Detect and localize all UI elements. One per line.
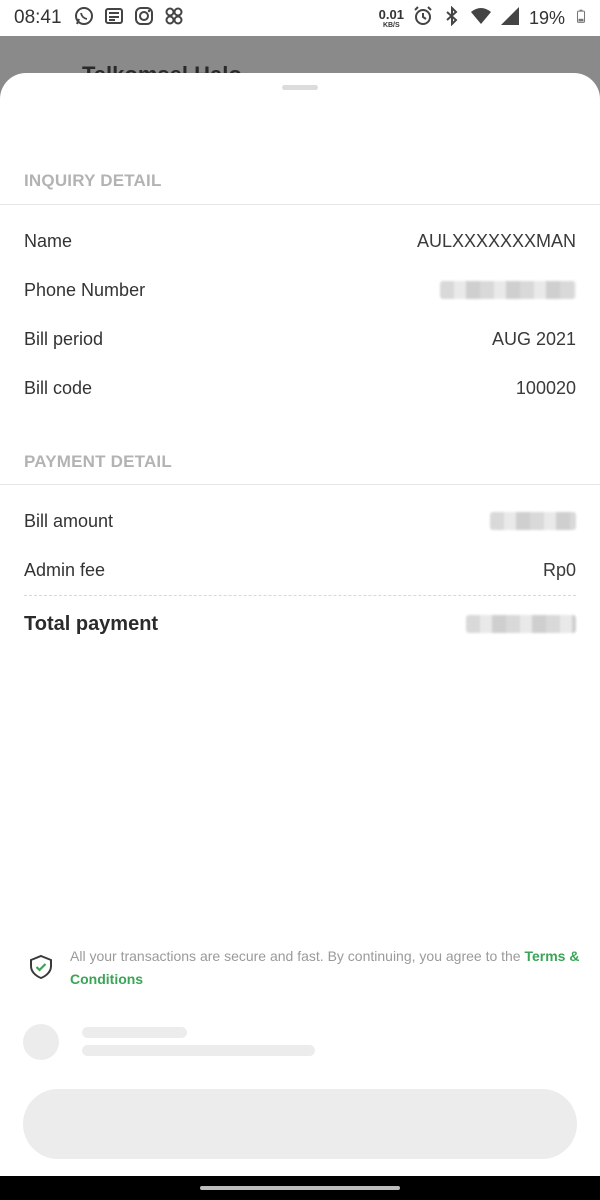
bill-code-value: 100020 (515, 377, 576, 398)
payment-detail-header: PAYMENT DETAIL (24, 452, 172, 471)
secure-transaction-note: All your transactions are secure and fas… (28, 945, 580, 991)
net-speed-unit: KB/S (382, 21, 400, 29)
pinwheel-icon (164, 6, 184, 31)
phone-number-row: Phone Number (24, 275, 576, 305)
net-speed-value: 0.01 (378, 6, 404, 22)
secure-text-body: All your transactions are secure and fas… (70, 948, 525, 964)
payment-bottom-sheet: INQUIRY DETAIL Name AULXXXXXXXMAN Phone … (0, 73, 600, 1176)
secure-text: All your transactions are secure and fas… (70, 945, 580, 991)
bill-period-value: AUG 2021 (491, 328, 576, 349)
system-status: 0.01 KB/S 19% (379, 0, 588, 36)
total-payment-redacted (466, 615, 576, 633)
battery-icon (574, 6, 588, 31)
navigation-bar (0, 1176, 600, 1200)
news-icon (104, 6, 124, 31)
loading-pay-button-placeholder[interactable] (23, 1089, 577, 1159)
bill-period-label: Bill period (24, 328, 104, 349)
name-label: Name (24, 230, 73, 251)
total-payment-row: Total payment (24, 609, 576, 639)
status-bar: 08:41 0.01 KB/S 19% (0, 0, 600, 36)
admin-fee-row: Admin fee Rp0 (24, 555, 576, 585)
admin-fee-value: Rp0 (542, 559, 576, 580)
bill-amount-label: Bill amount (24, 510, 114, 531)
phone-number-redacted (440, 281, 576, 299)
battery-percent: 19% (528, 7, 565, 28)
admin-fee-label: Admin fee (24, 559, 106, 580)
wifi-icon (470, 6, 491, 31)
whatsapp-icon (74, 6, 94, 31)
shield-check-icon (28, 945, 54, 991)
name-value: AULXXXXXXXMAN (416, 230, 576, 251)
loading-text-placeholder (82, 1027, 187, 1038)
loading-avatar-placeholder (23, 1024, 59, 1060)
section-divider (0, 204, 600, 205)
name-row: Name AULXXXXXXXMAN (24, 226, 576, 256)
bluetooth-icon (442, 5, 462, 31)
bill-code-label: Bill code (24, 377, 93, 398)
bill-period-row: Bill period AUG 2021 (24, 324, 576, 354)
bill-amount-redacted (490, 512, 576, 530)
status-time: 08:41 (14, 7, 62, 28)
bill-amount-row: Bill amount (24, 506, 576, 536)
loading-text-placeholder (82, 1045, 315, 1056)
total-payment-label: Total payment (24, 612, 159, 635)
section-divider (0, 484, 600, 485)
instagram-icon (134, 6, 154, 31)
dashed-divider (24, 595, 576, 596)
notification-icons (74, 6, 184, 31)
bill-code-row: Bill code 100020 (24, 373, 576, 403)
inquiry-detail-header: INQUIRY DETAIL (24, 171, 162, 190)
home-indicator[interactable] (200, 1186, 400, 1190)
network-speed: 0.01 KB/S (379, 8, 404, 29)
phone-number-label: Phone Number (24, 279, 146, 300)
signal-icon (500, 6, 520, 31)
drag-handle[interactable] (282, 85, 318, 90)
alarm-icon (413, 5, 433, 31)
